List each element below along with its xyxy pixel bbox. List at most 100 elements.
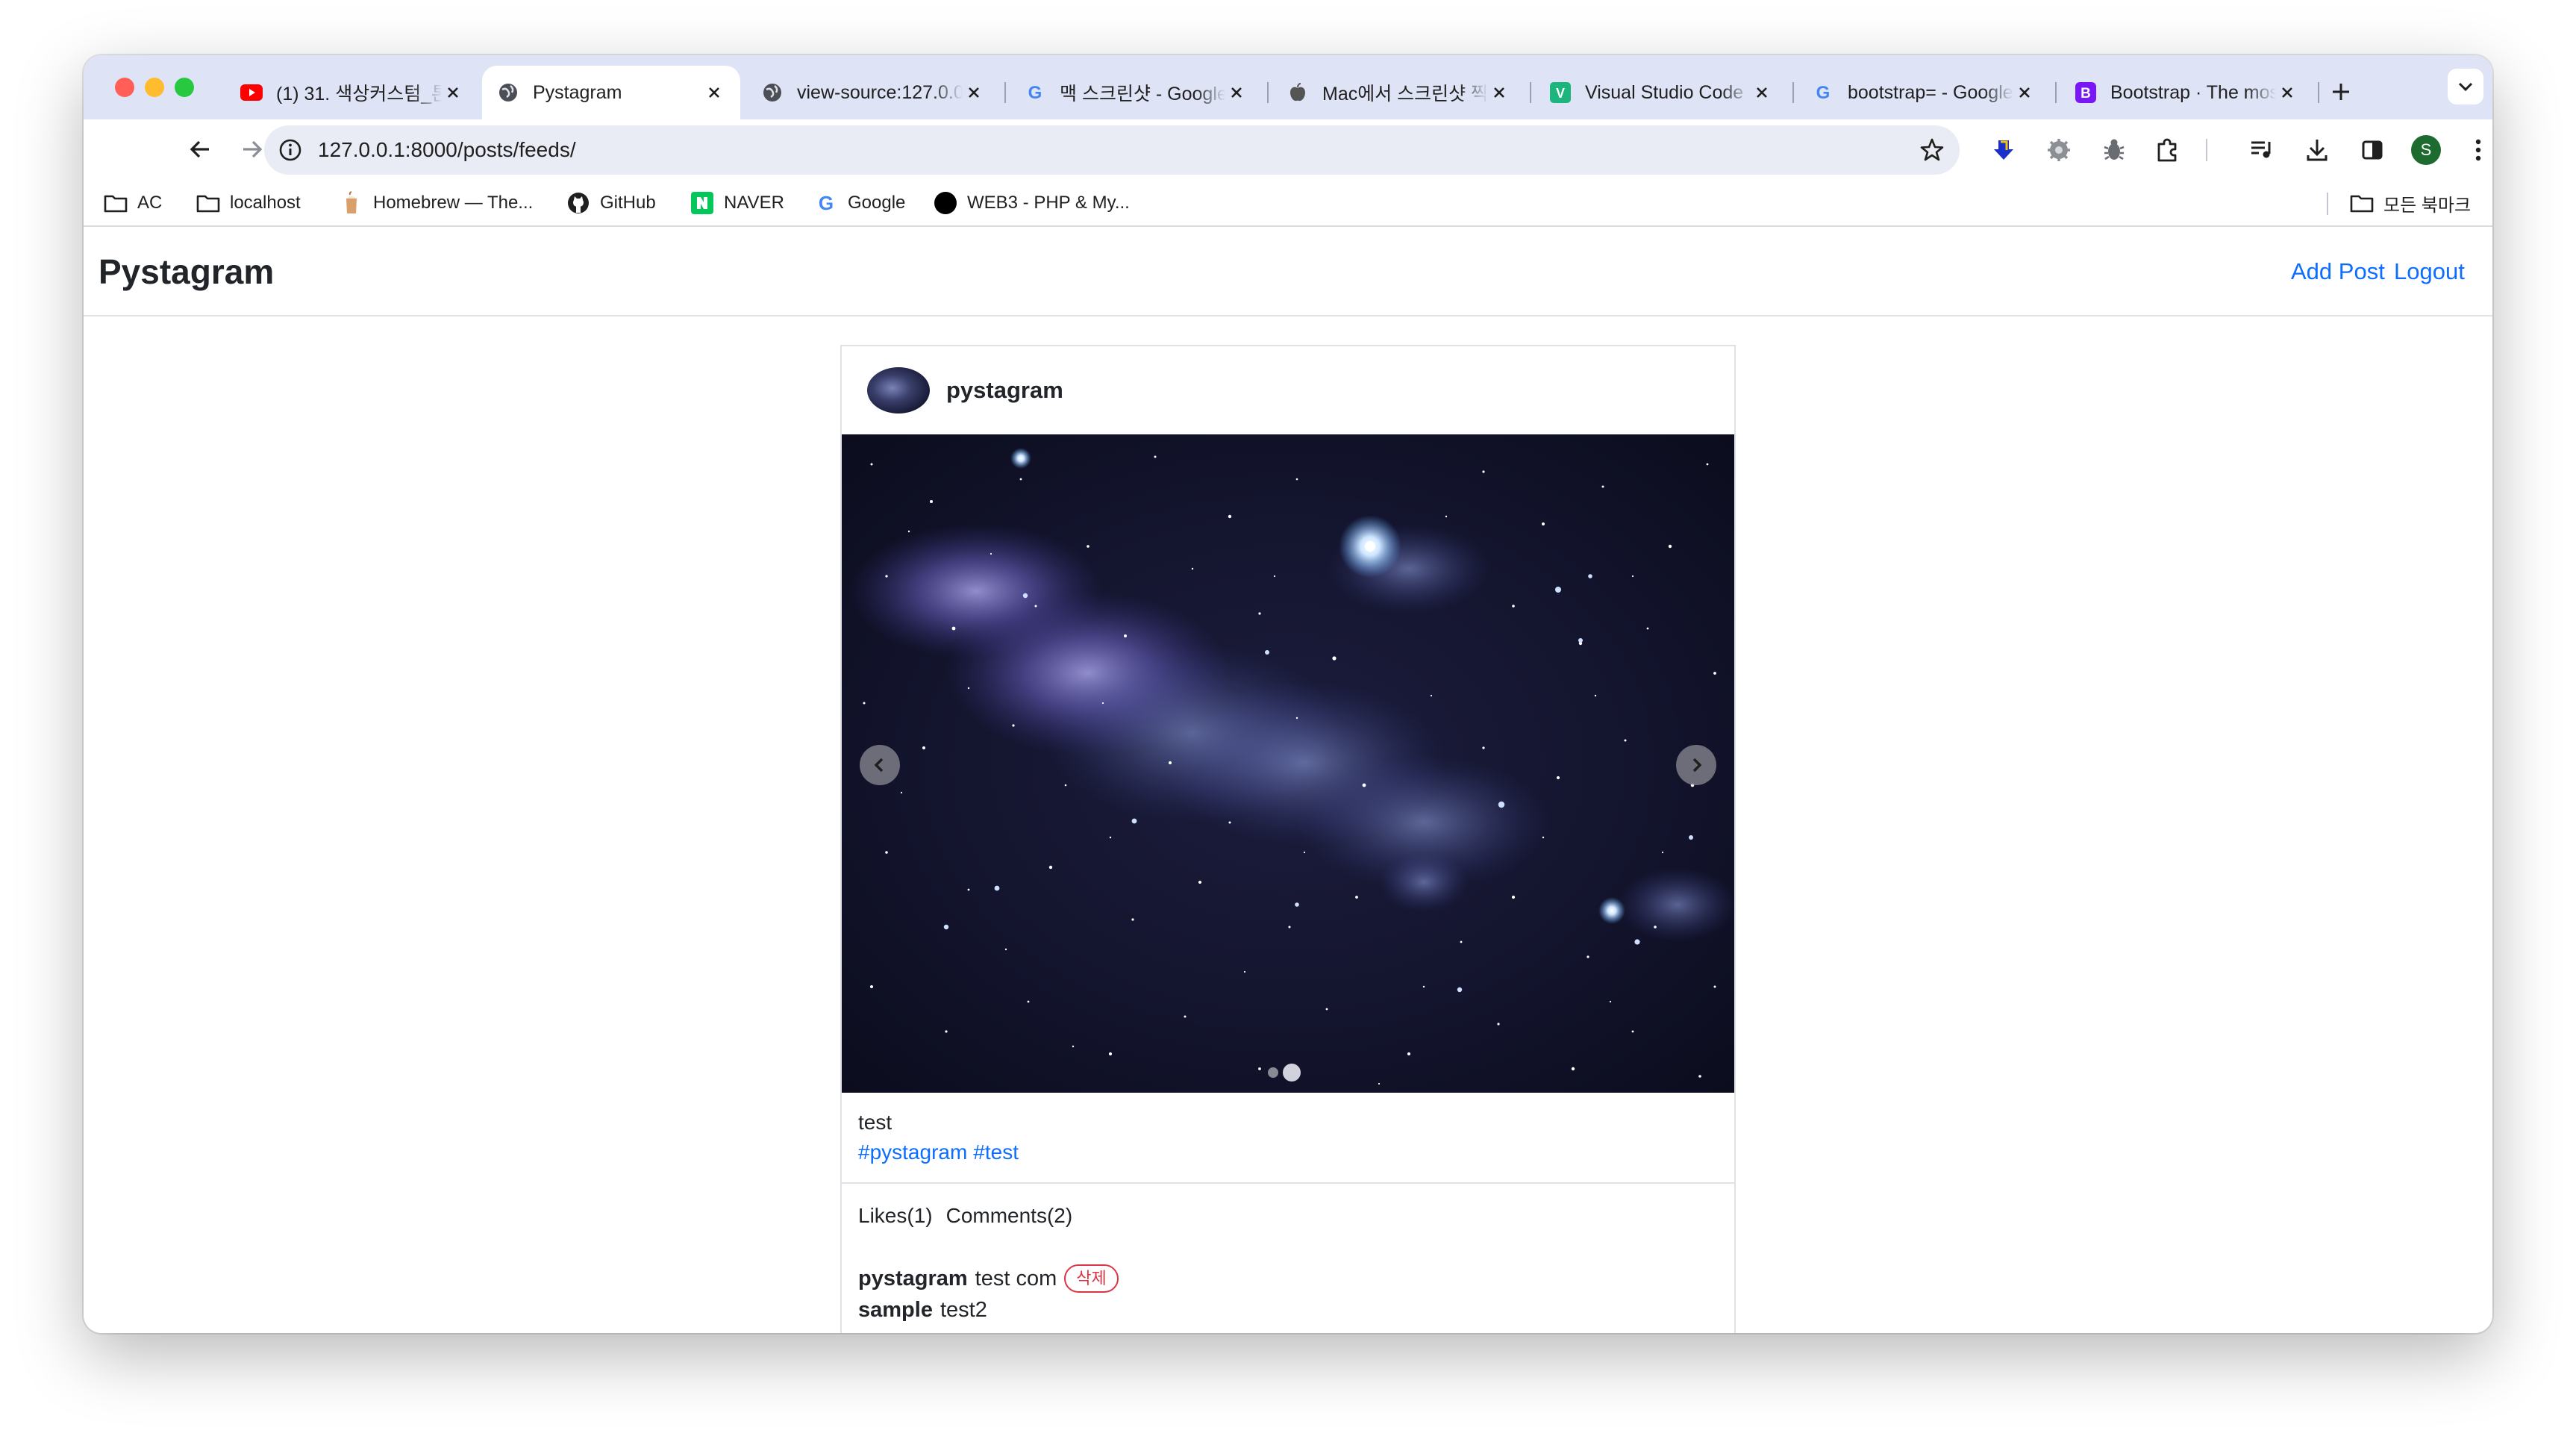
close-icon[interactable] xyxy=(2013,81,2036,104)
back-button[interactable] xyxy=(178,127,222,172)
browser-menu-icon[interactable] xyxy=(2458,130,2492,170)
page-content: Pystagram Add Post Logout pystagram test… xyxy=(84,227,2492,1333)
comment-author[interactable]: pystagram xyxy=(858,1263,968,1294)
tag-link[interactable]: #test xyxy=(973,1140,1019,1164)
post-stats: Likes(1) Comments(2) xyxy=(858,1197,1072,1235)
bookmark-localhost[interactable]: localhost xyxy=(196,181,301,225)
side-panel-icon[interactable] xyxy=(2352,130,2392,170)
arrow-left-icon xyxy=(190,140,209,158)
tab-separator xyxy=(1792,82,1794,103)
close-icon[interactable] xyxy=(2276,81,2298,104)
extensions-puzzle-icon[interactable] xyxy=(2148,130,2188,170)
chevron-down-icon xyxy=(2458,82,2473,92)
carousel-next-button[interactable] xyxy=(1676,745,1716,785)
bookmark-naver[interactable]: NAVER xyxy=(690,181,784,225)
svg-text:V: V xyxy=(1556,86,1565,101)
browser-window: (1) 31. 색상커스텀_톤 Pystagram view-source:12… xyxy=(84,55,2492,1333)
tab-title: view-source:127.0.0.1 xyxy=(797,81,963,103)
circle-icon xyxy=(933,190,958,216)
bookmark-web3[interactable]: WEB3 - PHP & My... xyxy=(933,181,1130,225)
comment-item: sample test2 xyxy=(858,1294,1709,1326)
logout-link[interactable]: Logout xyxy=(2394,227,2465,316)
close-icon[interactable] xyxy=(1225,81,1248,104)
downloads-icon[interactable] xyxy=(2297,130,2337,170)
carousel-indicator[interactable] xyxy=(1268,1067,1278,1078)
tab-title: (1) 31. 색상커스텀_톤 xyxy=(276,84,442,104)
tab-separator xyxy=(2055,82,2057,103)
chevron-right-icon xyxy=(1692,758,1702,773)
tab-bootstrap[interactable]: B Bootstrap · The most xyxy=(2060,66,2313,119)
post-content: test #pystagram #test xyxy=(842,1093,1734,1184)
folder-icon xyxy=(103,190,128,216)
profile-avatar[interactable]: S xyxy=(2406,130,2446,170)
new-tab-button[interactable] xyxy=(2322,73,2360,110)
github-icon xyxy=(566,190,591,216)
post-image xyxy=(842,434,1734,1093)
bookmark-star-icon[interactable] xyxy=(1916,134,1948,166)
site-info-icon[interactable] xyxy=(275,134,306,166)
tab-title: Visual Studio Code xyxy=(1585,81,1744,103)
download-extension-icon[interactable] xyxy=(1983,130,2024,170)
url-text[interactable]: 127.0.0.1:8000/posts/feeds/ xyxy=(318,125,576,175)
bookmark-label: AC xyxy=(137,193,163,213)
close-window-button[interactable] xyxy=(115,78,134,97)
close-icon[interactable] xyxy=(442,81,464,104)
bookmark-ac[interactable]: AC xyxy=(103,181,162,225)
tab-pystagram[interactable]: Pystagram xyxy=(482,66,740,119)
tab-vscode[interactable]: V Visual Studio Code xyxy=(1534,66,1788,119)
tab-apple-screenshot[interactable]: Mac에서 스크린샷 찍기 xyxy=(1272,66,1525,119)
add-post-link[interactable]: Add Post xyxy=(2291,227,2385,316)
bookmark-label: Google xyxy=(848,193,906,213)
tab-search-button[interactable] xyxy=(2448,69,2483,104)
likes-count[interactable]: Likes(1) xyxy=(858,1204,933,1227)
close-icon[interactable] xyxy=(703,81,725,104)
apple-icon xyxy=(1287,81,1309,104)
youtube-icon xyxy=(240,81,263,104)
tab-title: Pystagram xyxy=(533,81,622,103)
bookmark-label: GitHub xyxy=(600,193,656,213)
author-avatar[interactable] xyxy=(867,367,930,413)
author-name[interactable]: pystagram xyxy=(946,346,1063,434)
comment-text: test com xyxy=(975,1267,1057,1290)
minimize-window-button[interactable] xyxy=(145,78,164,97)
carousel-prev-button[interactable] xyxy=(860,745,900,785)
tab-title: Bootstrap · The most xyxy=(2110,81,2276,103)
bookmark-github[interactable]: GitHub xyxy=(566,181,656,225)
bookmark-google[interactable]: G Google xyxy=(813,181,906,225)
bookmark-label: WEB3 - PHP & My... xyxy=(967,193,1130,213)
tab-google-screenshot[interactable]: G 맥 스크린샷 - Google xyxy=(1009,66,1263,119)
tag-link[interactable]: #pystagram xyxy=(858,1140,967,1164)
svg-text:G: G xyxy=(819,192,834,214)
site-brand[interactable]: Pystagram xyxy=(99,227,274,316)
close-icon[interactable] xyxy=(963,81,985,104)
homebrew-icon xyxy=(339,190,364,216)
address-bar[interactable]: 127.0.0.1:8000/posts/feeds/ xyxy=(264,125,1960,175)
toolbar-divider xyxy=(2206,139,2207,161)
post-caption: test xyxy=(858,1111,892,1134)
zoom-window-button[interactable] xyxy=(175,78,194,97)
close-icon[interactable] xyxy=(1751,81,1773,104)
tab-view-source[interactable]: view-source:127.0.0.1 xyxy=(746,66,1000,119)
comment-author[interactable]: sample xyxy=(858,1294,933,1326)
all-bookmarks-button[interactable]: 모든 북마크 xyxy=(2349,181,2471,225)
settings-extension-icon[interactable] xyxy=(2039,130,2079,170)
google-icon: G xyxy=(813,190,839,216)
carousel-indicators xyxy=(1266,1061,1303,1084)
tab-strip: (1) 31. 색상커스텀_톤 Pystagram view-source:12… xyxy=(84,55,2492,119)
tab-google-bootstrap[interactable]: G bootstrap= - Google xyxy=(1797,66,2051,119)
tab-title: bootstrap= - Google xyxy=(1848,81,2013,103)
tab-title: Mac에서 스크린샷 찍기 xyxy=(1322,84,1488,104)
tab-youtube[interactable]: (1) 31. 색상커스텀_톤 xyxy=(225,66,479,119)
post-card: pystagram test #pystagram #test Likes(1)… xyxy=(840,345,1736,1333)
post-image-carousel[interactable] xyxy=(842,434,1734,1093)
carousel-indicator-active[interactable] xyxy=(1283,1064,1301,1082)
bug-extension-icon[interactable] xyxy=(2094,130,2134,170)
svg-text:G: G xyxy=(1816,83,1831,103)
bookmark-homebrew[interactable]: Homebrew — The... xyxy=(339,181,533,225)
close-icon[interactable] xyxy=(1488,81,1510,104)
media-controls-icon[interactable] xyxy=(2242,130,2282,170)
comments-count[interactable]: Comments(2) xyxy=(946,1204,1073,1227)
tab-separator xyxy=(1004,82,1006,103)
bookmark-label: Homebrew — The... xyxy=(373,193,534,213)
delete-comment-button[interactable]: 삭제 xyxy=(1064,1264,1119,1293)
